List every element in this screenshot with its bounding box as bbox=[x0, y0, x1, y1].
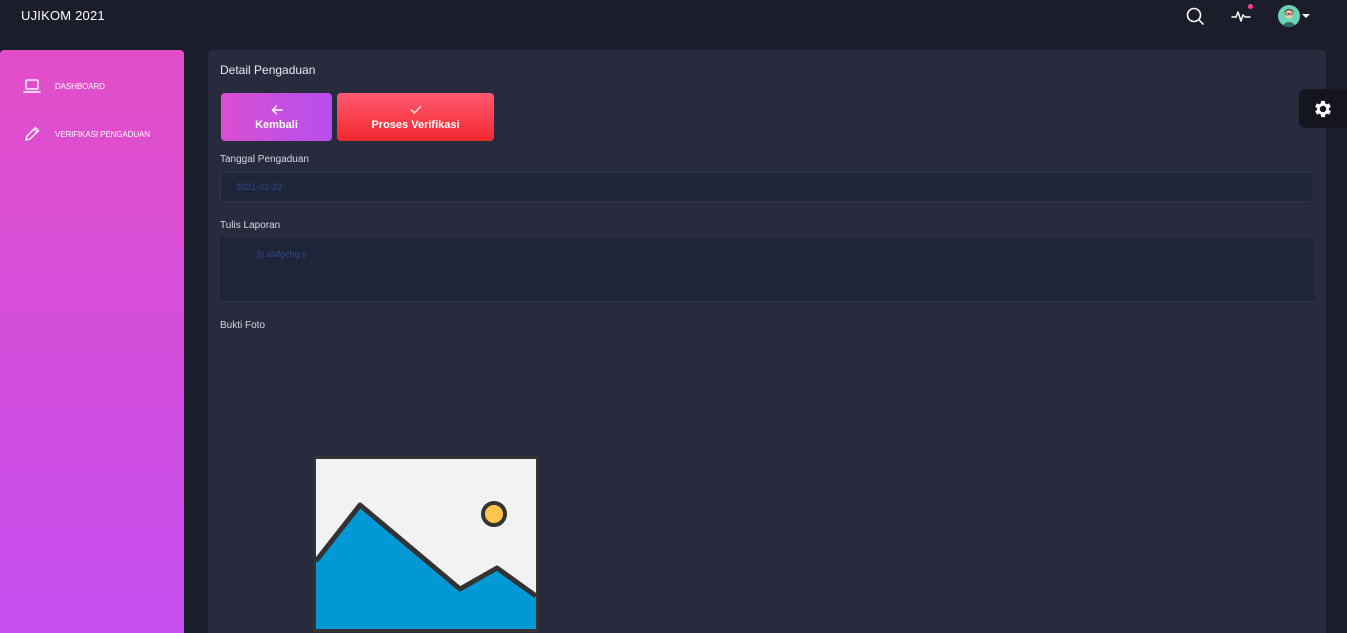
search-button[interactable] bbox=[1183, 4, 1207, 28]
gear-icon bbox=[1315, 100, 1331, 117]
sidebar: DASHBOARD VERIFIKASI PENGADUAN bbox=[0, 50, 184, 633]
search-icon bbox=[1186, 7, 1204, 25]
user-menu[interactable] bbox=[1276, 4, 1312, 28]
back-button-label: Kembali bbox=[255, 118, 298, 131]
verify-button[interactable]: Proses Verifikasi bbox=[337, 93, 494, 141]
date-label: Tanggal Pengaduan bbox=[220, 154, 309, 165]
sidebar-item-label: DASHBOARD bbox=[55, 81, 105, 91]
report-label: Tulis Laporan bbox=[220, 220, 281, 231]
laptop-icon bbox=[22, 76, 42, 96]
check-icon bbox=[410, 104, 422, 116]
pencil-icon bbox=[22, 124, 42, 144]
photo-label: Bukti Foto bbox=[220, 320, 266, 331]
activity-icon bbox=[1231, 11, 1251, 22]
settings-button[interactable] bbox=[1299, 89, 1347, 128]
activity-button[interactable] bbox=[1229, 4, 1253, 28]
image-placeholder-icon bbox=[313, 456, 539, 632]
sidebar-item-verifikasi-pengaduan[interactable]: VERIFIKASI PENGADUAN bbox=[22, 123, 150, 145]
top-bar: UJIKOM 2021 bbox=[0, 0, 1347, 34]
notification-dot bbox=[1248, 4, 1253, 9]
app-title[interactable]: UJIKOM 2021 bbox=[21, 8, 105, 23]
page-title: Detail Pengaduan bbox=[220, 63, 316, 77]
avatar bbox=[1278, 5, 1300, 27]
sidebar-item-dashboard[interactable]: DASHBOARD bbox=[22, 75, 105, 97]
sidebar-item-label: VERIFIKASI PENGADUAN bbox=[55, 129, 150, 139]
detail-card: Detail Pengaduan Kembali Proses Verifika… bbox=[208, 50, 1326, 633]
verify-button-label: Proses Verifikasi bbox=[371, 118, 460, 131]
chevron-down-icon bbox=[1302, 14, 1310, 18]
report-textarea[interactable]: jb xlxfgchg v bbox=[220, 238, 1314, 302]
date-field[interactable]: 2021-02-22 bbox=[220, 172, 1314, 202]
arrow-left-icon bbox=[271, 104, 283, 116]
back-button[interactable]: Kembali bbox=[221, 93, 332, 141]
